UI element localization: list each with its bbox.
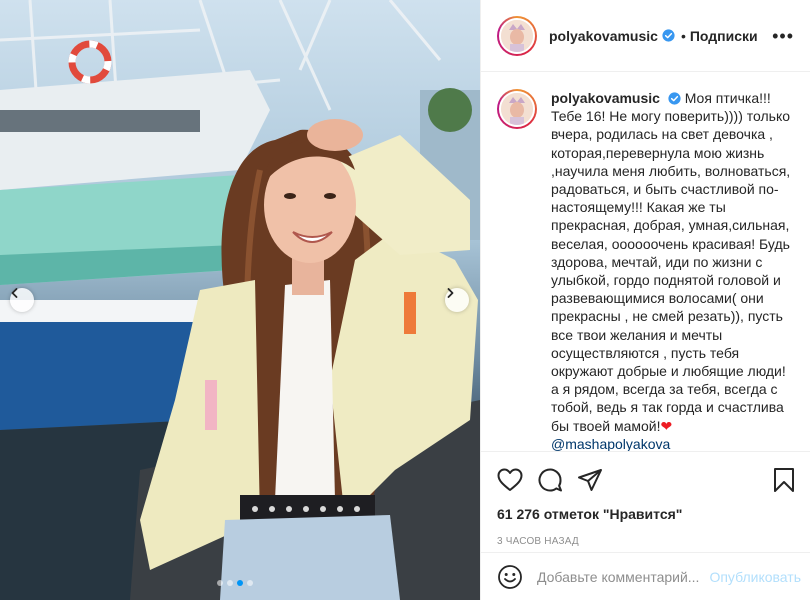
verified-badge-icon <box>668 92 681 105</box>
comment-icon <box>538 468 562 492</box>
emoji-icon[interactable] <box>497 564 523 590</box>
post-details-panel: polyakovamusic • Подписки ••• polyakovam… <box>480 0 810 600</box>
avatar-image <box>499 91 535 127</box>
photo-illustration <box>0 0 480 600</box>
save-button[interactable] <box>771 460 795 500</box>
following-button[interactable]: Подписки <box>690 28 758 44</box>
comments-section[interactable]: polyakovamusic Моя птичка!!! Тебе 16! Не… <box>481 73 810 451</box>
carousel-dot <box>227 580 233 586</box>
likes-count[interactable]: 61 276 отметок "Нравится" <box>497 506 795 522</box>
red-heart-emoji: ❤ <box>660 417 673 434</box>
carousel-dot <box>217 580 223 586</box>
action-icons-row <box>497 460 795 500</box>
share-button[interactable] <box>577 460 617 500</box>
carousel-next-button[interactable] <box>445 288 469 312</box>
post-photo[interactable] <box>0 0 480 600</box>
share-icon <box>578 469 602 491</box>
more-options-icon[interactable]: ••• <box>772 27 794 45</box>
add-comment-bar: Опубликовать <box>481 552 810 600</box>
avatar[interactable] <box>497 89 537 129</box>
avatar-image <box>499 17 535 54</box>
carousel-indicator <box>217 580 253 586</box>
post-author-username[interactable]: polyakovamusic <box>549 28 658 44</box>
separator-bullet: • <box>680 27 686 44</box>
comment-button[interactable] <box>537 460 577 500</box>
caption-username[interactable]: polyakovamusic <box>551 90 660 106</box>
chevron-right-icon <box>447 288 454 298</box>
post-caption: polyakovamusic Моя птичка!!! Тебе 16! Не… <box>551 89 795 451</box>
caption-text: Моя птичка!!! Тебе 16! Не могу поверить)… <box>551 90 791 434</box>
caption-mention-link[interactable]: @mashapolyakova <box>551 436 670 451</box>
chevron-left-icon <box>11 288 18 298</box>
carousel-prev-button[interactable] <box>10 288 34 312</box>
caption-row: polyakovamusic Моя птичка!!! Тебе 16! Не… <box>497 89 797 451</box>
avatar[interactable] <box>497 15 537 56</box>
carousel-dot-active <box>237 580 243 586</box>
heart-icon <box>497 468 523 491</box>
bookmark-icon <box>774 468 794 492</box>
like-button[interactable] <box>497 460 537 500</box>
publish-button[interactable]: Опубликовать <box>709 569 801 585</box>
carousel-dot <box>247 580 253 586</box>
post-header: polyakovamusic • Подписки ••• <box>481 0 810 72</box>
post-timestamp[interactable]: 3 часов назад <box>497 536 795 547</box>
verified-badge-icon <box>662 29 675 42</box>
post-actions: 61 276 отметок "Нравится" 3 часов назад <box>481 451 810 547</box>
comment-input[interactable] <box>537 568 705 585</box>
